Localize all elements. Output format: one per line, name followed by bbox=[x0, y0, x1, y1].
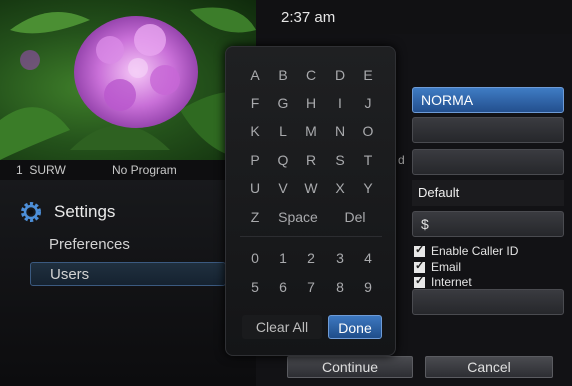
field-label: d bbox=[398, 153, 405, 167]
amount-field[interactable]: $ bbox=[412, 211, 564, 237]
key-b[interactable]: B bbox=[270, 63, 296, 87]
key-d[interactable]: D bbox=[327, 63, 353, 87]
key-c[interactable]: C bbox=[298, 63, 324, 87]
done-button[interactable]: Done bbox=[328, 315, 382, 339]
program-title: No Program bbox=[112, 163, 177, 177]
checkbox-label: Internet bbox=[431, 275, 472, 289]
key-l[interactable]: L bbox=[270, 119, 296, 143]
key-a[interactable]: A bbox=[242, 63, 268, 87]
clear-all-button[interactable]: Clear All bbox=[242, 315, 322, 339]
key-g[interactable]: G bbox=[270, 91, 296, 115]
channel-number: 1 SURW bbox=[16, 163, 66, 177]
menu-item-preferences[interactable]: Preferences bbox=[30, 233, 226, 257]
key-t[interactable]: T bbox=[355, 148, 381, 172]
settings-title: Settings bbox=[54, 202, 116, 221]
name-field[interactable]: NORMA bbox=[412, 87, 564, 113]
key-7[interactable]: 7 bbox=[298, 275, 324, 299]
key-u[interactable]: U bbox=[242, 176, 268, 200]
flower-image bbox=[0, 7, 256, 160]
key-o[interactable]: O bbox=[355, 119, 381, 143]
menu-item-users[interactable]: Users bbox=[30, 262, 226, 286]
gear-icon bbox=[21, 202, 41, 222]
clock: 2:37 am bbox=[281, 9, 336, 26]
continue-button[interactable]: Continue bbox=[287, 356, 413, 378]
key-2[interactable]: 2 bbox=[298, 246, 324, 270]
key-x[interactable]: X bbox=[327, 176, 353, 200]
key-y[interactable]: Y bbox=[355, 176, 381, 200]
key-p[interactable]: P bbox=[242, 148, 268, 172]
key-w[interactable]: W bbox=[298, 176, 324, 200]
key-m[interactable]: M bbox=[298, 119, 324, 143]
live-tv-preview bbox=[0, 0, 256, 160]
key-s[interactable]: S bbox=[327, 148, 353, 172]
settings-header: Settings bbox=[18, 200, 115, 224]
key-r[interactable]: R bbox=[298, 148, 324, 172]
checkbox-label: Email bbox=[431, 260, 462, 274]
key-0[interactable]: 0 bbox=[242, 246, 268, 270]
channel-info-bar: 1 SURW No Program bbox=[0, 160, 256, 180]
enable-caller-id-checkbox[interactable]: Enable Caller ID bbox=[414, 243, 519, 258]
text-field[interactable] bbox=[412, 117, 564, 143]
key-k[interactable]: K bbox=[242, 119, 268, 143]
key-9[interactable]: 9 bbox=[355, 275, 381, 299]
key-del[interactable]: Del bbox=[329, 205, 381, 229]
checkbox-checked-icon bbox=[414, 243, 425, 257]
key-e[interactable]: E bbox=[355, 63, 381, 87]
key-3[interactable]: 3 bbox=[327, 246, 353, 270]
key-n[interactable]: N bbox=[327, 119, 353, 143]
text-field[interactable] bbox=[412, 289, 564, 315]
key-4[interactable]: 4 bbox=[355, 246, 381, 270]
key-6[interactable]: 6 bbox=[270, 275, 296, 299]
key-5[interactable]: 5 bbox=[242, 275, 268, 299]
checkbox-checked-icon bbox=[414, 274, 425, 288]
key-j[interactable]: J bbox=[355, 91, 381, 115]
checkbox-checked-icon bbox=[414, 259, 425, 273]
checkbox-label: Enable Caller ID bbox=[431, 244, 519, 258]
text-field[interactable] bbox=[412, 149, 564, 175]
key-8[interactable]: 8 bbox=[327, 275, 353, 299]
keyboard-divider bbox=[240, 236, 382, 237]
internet-checkbox[interactable]: Internet bbox=[414, 274, 472, 289]
key-z[interactable]: Z bbox=[242, 205, 268, 229]
email-checkbox[interactable]: Email bbox=[414, 259, 462, 274]
cancel-button[interactable]: Cancel bbox=[425, 356, 553, 378]
key-1[interactable]: 1 bbox=[270, 246, 296, 270]
key-h[interactable]: H bbox=[298, 91, 324, 115]
key-v[interactable]: V bbox=[270, 176, 296, 200]
key-f[interactable]: F bbox=[242, 91, 268, 115]
key-space[interactable]: Space bbox=[272, 205, 324, 229]
default-select[interactable]: Default bbox=[412, 180, 564, 206]
key-q[interactable]: Q bbox=[270, 148, 296, 172]
key-i[interactable]: I bbox=[327, 91, 353, 115]
